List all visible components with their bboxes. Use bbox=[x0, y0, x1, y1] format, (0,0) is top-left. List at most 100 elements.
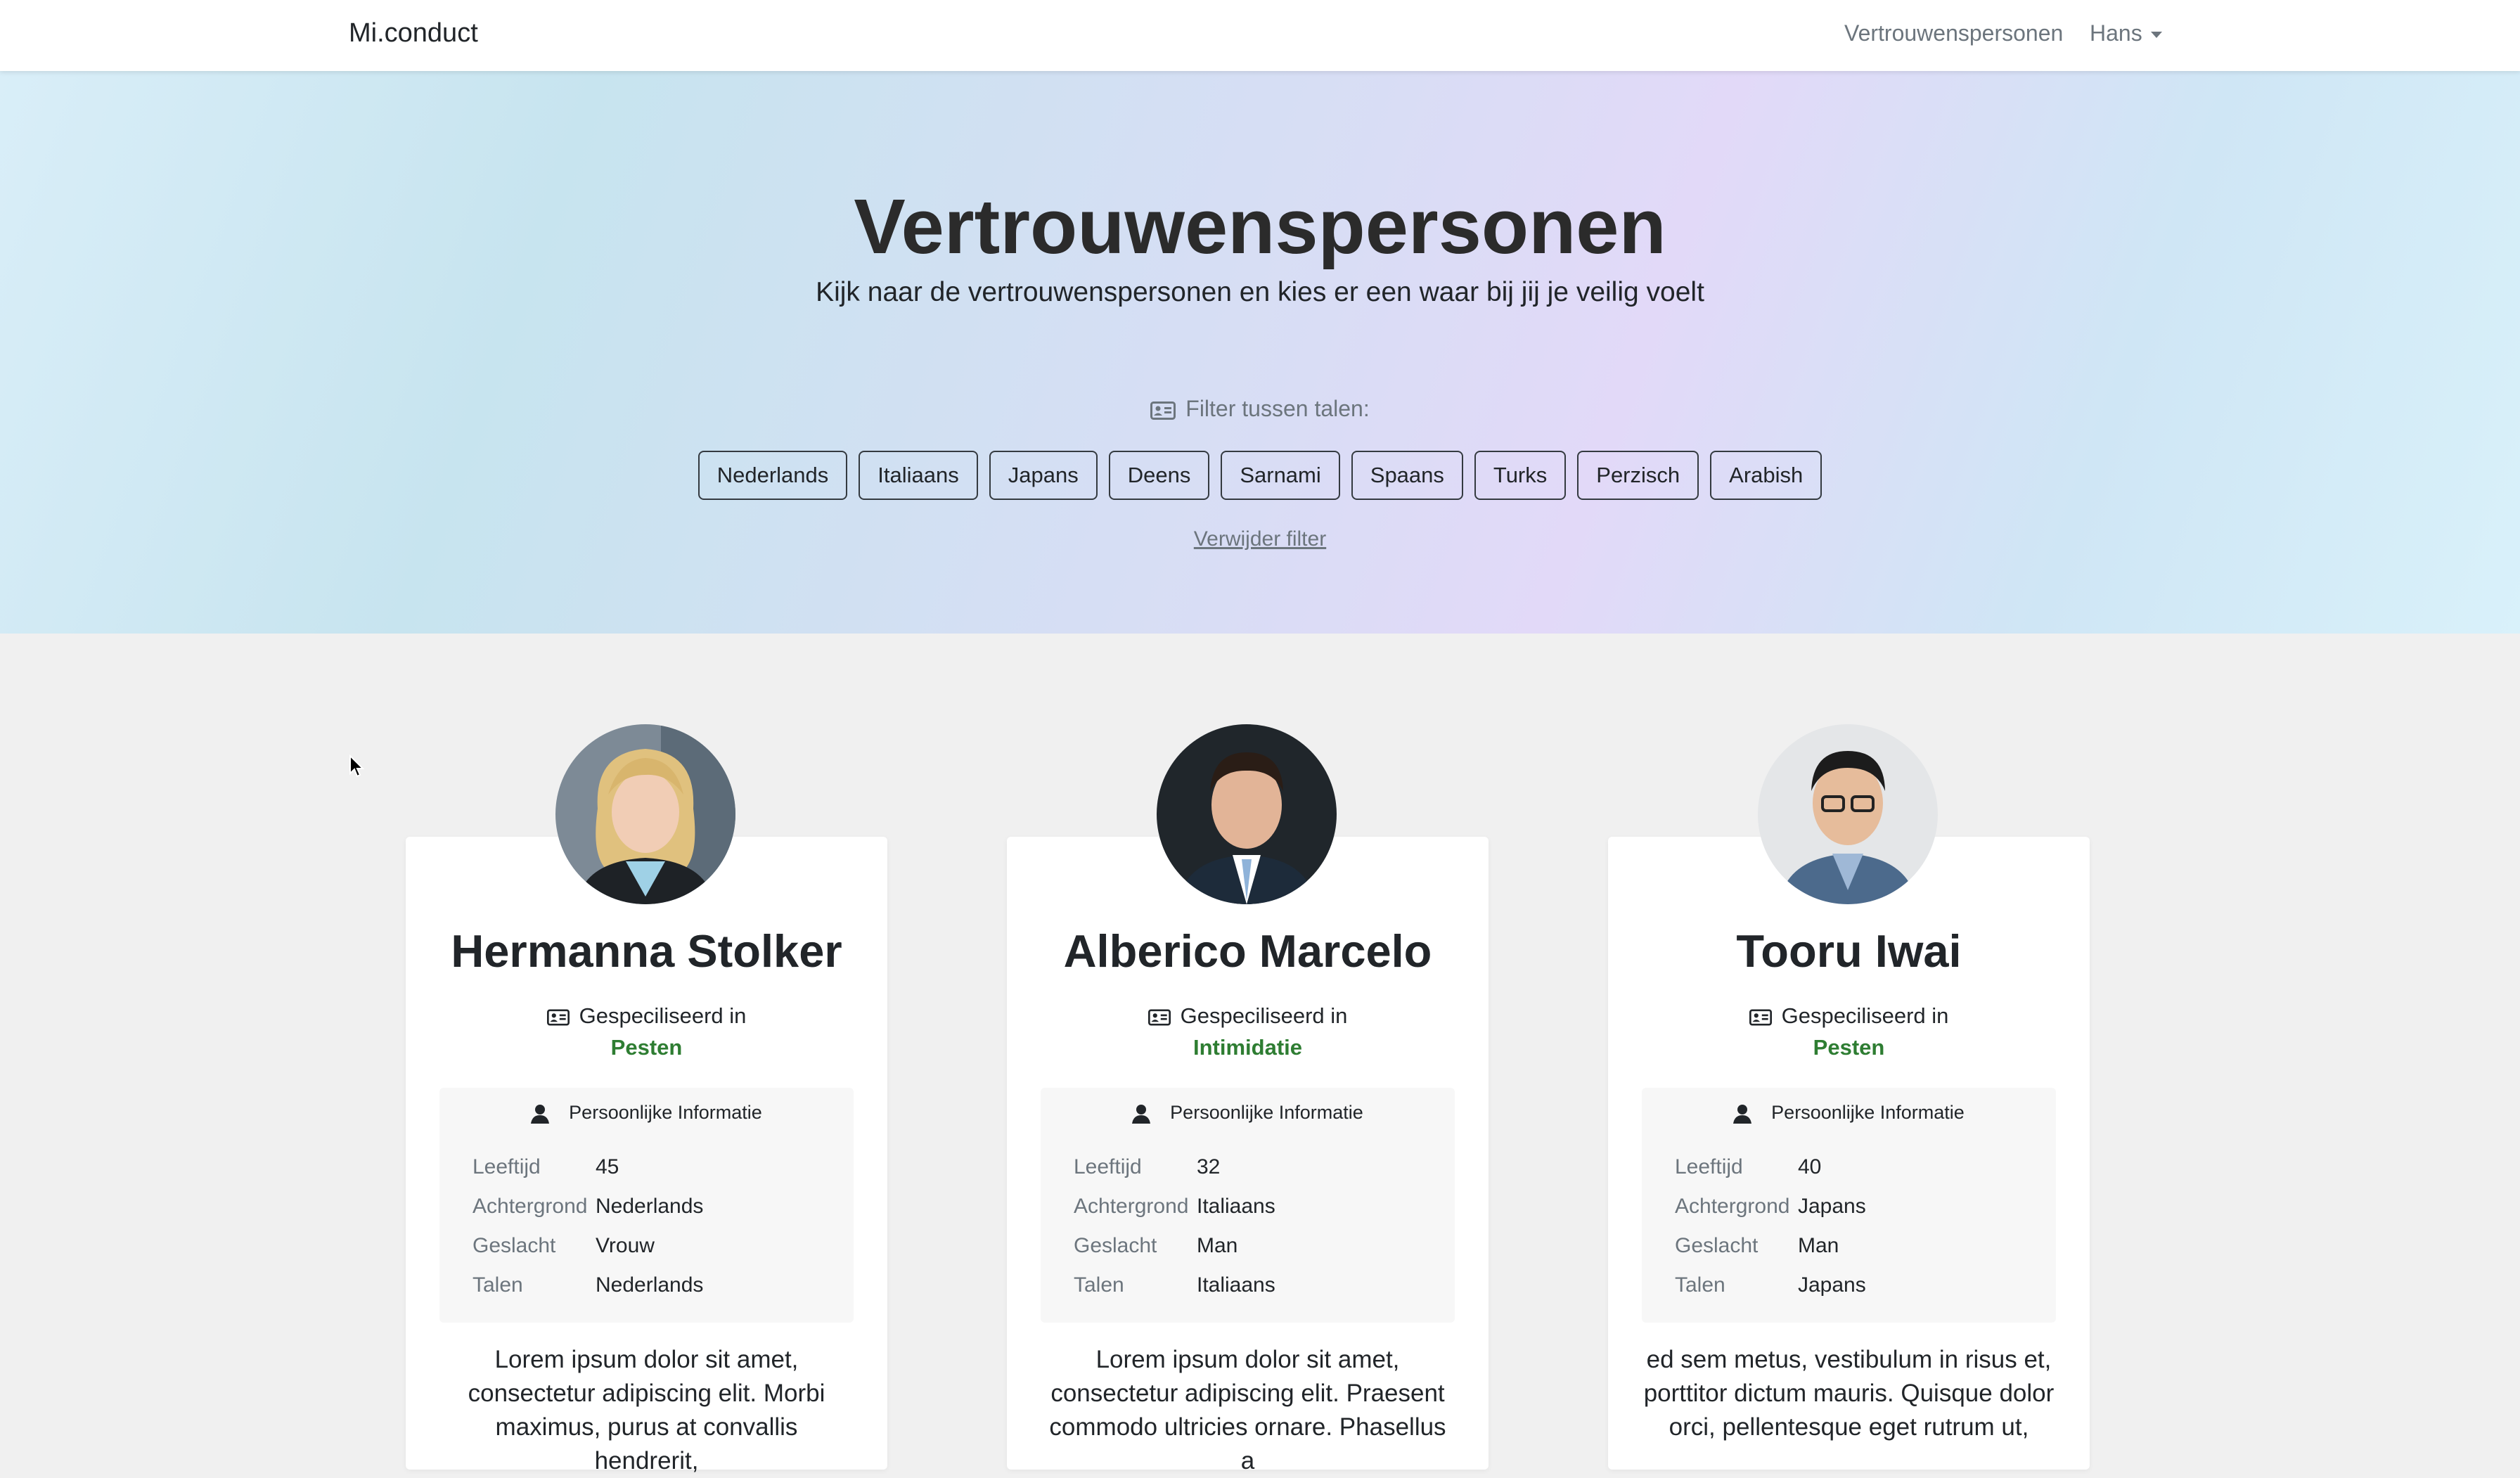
description-line: porttitor dictum mauris. Quisque dolor bbox=[1643, 1380, 2055, 1407]
personal-info-box: Persoonlijke Informatie Leeftijd 45 Achte… bbox=[439, 1088, 854, 1323]
description-line: orci, pellentesque eget rutrum ut, bbox=[1669, 1413, 2029, 1441]
personal-info-box: Persoonlijke Informatie Leeftijd 40 Achte… bbox=[1642, 1088, 2056, 1323]
specialized-label-text: Gespeciliseerd in bbox=[1180, 1003, 1348, 1028]
filter-button-spaans[interactable]: Spaans bbox=[1351, 451, 1463, 500]
specialized-label-text: Gespeciliseerd in bbox=[579, 1003, 747, 1028]
description-line: Lorem ipsum dolor sit amet, bbox=[494, 1346, 799, 1373]
user-name: Hans bbox=[2090, 20, 2142, 46]
info-value: 45 bbox=[596, 1155, 619, 1178]
page-subtitle: Kijk naar de vertrouwenspersonen en kies… bbox=[816, 277, 1704, 307]
info-row-age: Leeftijd 45 bbox=[472, 1155, 619, 1179]
info-row-languages: Talen Nederlands bbox=[472, 1273, 703, 1297]
specialty-value: Pesten bbox=[610, 1035, 683, 1060]
description-line: ed sem metus, vestibulum in risus et, bbox=[1646, 1346, 2052, 1373]
person-card-alberico-marcelo[interactable]: Alberico Marcelo Gespeciliseerd in Intim… bbox=[1007, 837, 1489, 1474]
avatar-tooru-iwai bbox=[1758, 724, 1938, 904]
personal-info-heading: Persoonlijke Informatie bbox=[439, 1102, 854, 1124]
filter-button-deens[interactable]: Deens bbox=[1108, 451, 1210, 500]
avatar-image bbox=[1758, 724, 1938, 904]
brand-logo[interactable]: Mi.conduct bbox=[349, 18, 478, 49]
nav-link-vertrouwenspersonen[interactable]: Vertrouwenspersonen bbox=[1844, 20, 2063, 46]
filter-button-arabish[interactable]: Arabish bbox=[1710, 451, 1822, 500]
page-title: Vertrouwenspersonen bbox=[854, 184, 1666, 270]
info-row-background: Achtergrond Nederlands bbox=[472, 1195, 703, 1219]
person-name: Alberico Marcelo bbox=[1063, 925, 1432, 977]
filter-button-italiaans[interactable]: Italiaans bbox=[859, 451, 978, 500]
avatar-alberico-marcelo bbox=[1157, 724, 1337, 904]
info-key: Achtergrond bbox=[1074, 1195, 1189, 1218]
user-menu-dropdown[interactable]: Hans bbox=[2090, 20, 2162, 46]
info-key: Geslacht bbox=[472, 1234, 556, 1257]
description-line: Lorem ipsum dolor sit amet, bbox=[1095, 1346, 1400, 1373]
info-row-background: Achtergrond Italiaans bbox=[1074, 1195, 1275, 1219]
specialized-label: Gespeciliseerd in bbox=[1007, 1003, 1489, 1029]
description-line: consectetur adipiscing elit. Morbi bbox=[468, 1380, 825, 1407]
top-navbar: Mi.conduct Vertrouwenspersonen Hans bbox=[0, 0, 2520, 71]
info-value: 32 bbox=[1197, 1155, 1221, 1178]
info-row-background: Achtergrond Japans bbox=[1675, 1195, 1866, 1219]
personal-info-title: Persoonlijke Informatie bbox=[1771, 1102, 1965, 1123]
id-card-icon bbox=[546, 1009, 570, 1026]
person-name: Tooru Iwai bbox=[1736, 925, 1962, 977]
avatar-image bbox=[555, 724, 735, 904]
id-card-icon bbox=[1148, 1009, 1171, 1026]
remove-filter-link[interactable]: Verwijder filter bbox=[0, 527, 2520, 551]
info-row-gender: Geslacht Man bbox=[1675, 1234, 1839, 1258]
filter-label-text: Filter tussen talen: bbox=[1185, 396, 1370, 421]
person-card-tooru-iwai[interactable]: Tooru Iwai Gespeciliseerd in Pesten Pers… bbox=[1608, 837, 2090, 1470]
filter-button-perzisch[interactable]: Perzisch bbox=[1577, 451, 1699, 500]
mouse-cursor-icon bbox=[349, 754, 364, 778]
info-value: 40 bbox=[1798, 1155, 1822, 1178]
user-icon bbox=[1733, 1104, 1752, 1124]
person-name: Hermanna Stolker bbox=[451, 925, 842, 977]
info-key: Leeftijd bbox=[1074, 1155, 1142, 1178]
filter-button-sarnami[interactable]: Sarnami bbox=[1221, 451, 1340, 500]
description-line: commodo ultricies ornare. Phasellus a bbox=[1049, 1413, 1446, 1474]
info-value: Man bbox=[1197, 1234, 1238, 1257]
info-key: Talen bbox=[1074, 1273, 1124, 1297]
description-line: maximus, purus at convallis hendrerit, bbox=[495, 1413, 798, 1474]
personal-info-title: Persoonlijke Informatie bbox=[569, 1102, 762, 1123]
user-icon bbox=[531, 1104, 550, 1124]
info-key: Talen bbox=[1675, 1273, 1725, 1297]
personal-info-heading: Persoonlijke Informatie bbox=[1041, 1102, 1455, 1124]
user-icon bbox=[1132, 1104, 1151, 1124]
id-card-icon bbox=[1150, 401, 1176, 420]
filter-button-turks[interactable]: Turks bbox=[1474, 451, 1567, 500]
filter-button-japans[interactable]: Japans bbox=[989, 451, 1098, 500]
description-line: consectetur adipiscing elit. Praesent bbox=[1050, 1380, 1445, 1407]
info-value: Man bbox=[1798, 1234, 1839, 1257]
info-value: Vrouw bbox=[596, 1234, 655, 1257]
filter-label: Filter tussen talen: bbox=[0, 396, 2520, 422]
info-value: Italiaans bbox=[1197, 1195, 1275, 1218]
personal-info-box: Persoonlijke Informatie Leeftijd 32 Achte… bbox=[1041, 1088, 1455, 1323]
avatar-hermanna-stolker bbox=[555, 724, 735, 904]
info-row-gender: Geslacht Vrouw bbox=[472, 1234, 655, 1258]
info-value: Japans bbox=[1798, 1273, 1866, 1297]
info-key: Geslacht bbox=[1074, 1234, 1157, 1257]
person-description: ed sem metus, vestibulum in risus et, po… bbox=[1643, 1343, 2055, 1444]
specialty-value: Pesten bbox=[1813, 1035, 1885, 1060]
person-card-hermanna-stolker[interactable]: Hermanna Stolker Gespeciliseerd in Peste… bbox=[406, 837, 887, 1474]
info-row-age: Leeftijd 32 bbox=[1074, 1155, 1220, 1179]
specialized-label-text: Gespeciliseerd in bbox=[1781, 1003, 1949, 1028]
info-value: Italiaans bbox=[1197, 1273, 1275, 1297]
chevron-down-icon bbox=[2150, 32, 2162, 39]
info-key: Geslacht bbox=[1675, 1234, 1759, 1257]
filter-button-nederlands[interactable]: Nederlands bbox=[698, 451, 848, 500]
info-key: Leeftijd bbox=[472, 1155, 541, 1178]
info-key: Leeftijd bbox=[1675, 1155, 1743, 1178]
info-row-gender: Geslacht Man bbox=[1074, 1234, 1238, 1258]
info-row-languages: Talen Italiaans bbox=[1074, 1273, 1275, 1297]
personal-info-heading: Persoonlijke Informatie bbox=[1642, 1102, 2056, 1124]
specialized-label: Gespeciliseerd in bbox=[1608, 1003, 2090, 1029]
info-row-languages: Talen Japans bbox=[1675, 1273, 1866, 1297]
info-row-age: Leeftijd 40 bbox=[1675, 1155, 1821, 1179]
personal-info-title: Persoonlijke Informatie bbox=[1170, 1102, 1363, 1123]
language-filter-group: Nederlands Italiaans Japans Deens Sarnam… bbox=[0, 451, 2520, 500]
info-key: Achtergrond bbox=[1675, 1195, 1790, 1218]
person-description: Lorem ipsum dolor sit amet, consectetur … bbox=[1042, 1343, 1453, 1478]
specialty-value: Intimidatie bbox=[1192, 1035, 1302, 1060]
info-value: Nederlands bbox=[596, 1195, 704, 1218]
id-card-icon bbox=[1749, 1009, 1772, 1026]
